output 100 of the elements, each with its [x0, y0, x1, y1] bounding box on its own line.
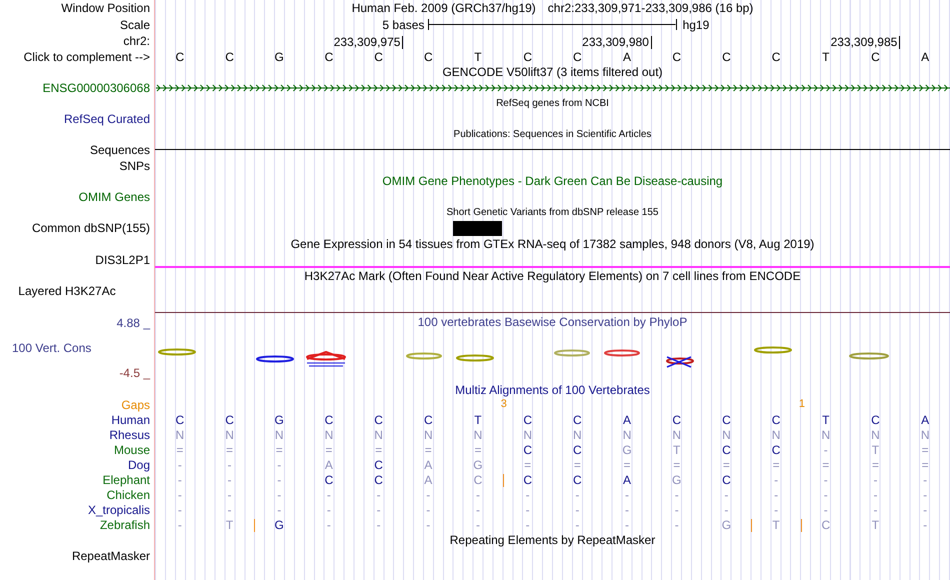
track-label[interactable]: Dog	[128, 458, 150, 472]
alignment-base: T	[474, 412, 482, 426]
track-label[interactable]: Layered H3K27Ac	[18, 284, 116, 298]
assembly-text: Human Feb. 2009 (GRCh37/hg19)	[352, 1, 536, 15]
alignment-base: N	[274, 428, 284, 442]
alignment-base: -	[923, 518, 928, 532]
alignment-base: -	[228, 472, 232, 486]
track-title[interactable]: Multiz Alignments of 100 Vertebrates	[455, 383, 650, 397]
alignment-base: -	[674, 518, 679, 532]
alignment-base: -	[476, 502, 480, 516]
alignment-base: -	[178, 518, 182, 532]
alignment-base: -	[228, 458, 232, 472]
alignment-base: T	[226, 518, 234, 532]
alignment-base: =	[872, 458, 879, 472]
alignment-base: =	[424, 442, 432, 456]
alignment-base: N	[176, 428, 184, 442]
base-letter: T	[821, 50, 830, 64]
track-label[interactable]: RefSeq Curated	[64, 112, 150, 126]
track-title[interactable]: Repeating Elements by RepeatMasker	[450, 533, 656, 547]
alignment-base: N	[871, 428, 880, 442]
alignment-base: -	[376, 502, 381, 516]
track-label[interactable]: Chicken	[106, 488, 150, 502]
alignment-base: =	[722, 458, 730, 472]
gap-count: 1	[798, 398, 805, 410]
alignment-base: C	[324, 472, 334, 486]
base-letter: C	[721, 50, 732, 64]
alignment-base: N	[821, 428, 830, 442]
track-label[interactable]: ENSG00000306068	[42, 80, 150, 94]
alignment-base: N	[920, 428, 930, 442]
track-label[interactable]: X_tropicalis	[88, 502, 150, 516]
alignment-base: -	[824, 442, 828, 456]
base-letter: A	[622, 50, 632, 64]
track-label[interactable]: chr2:	[123, 34, 150, 48]
track-title[interactable]: Gene Expression in 54 tissues from GTEx RNA-seq of 17382 samples, 948 donors (V8, Aug 2019)	[290, 237, 814, 251]
alignment-base: C	[374, 412, 383, 426]
track-title[interactable]: Publications: Sequences in Scientific Articles	[454, 128, 652, 140]
alignment-base: -	[674, 502, 679, 516]
track-label[interactable]: Elephant	[102, 472, 150, 486]
track-title[interactable]: RefSeq genes from NCBI	[496, 98, 609, 108]
axis-min-label: -4.5 _	[118, 366, 150, 380]
base-letter: C	[174, 50, 186, 64]
alignment-base: -	[277, 458, 282, 472]
alignment-base: N	[374, 428, 383, 442]
alignment-base: -	[178, 488, 182, 502]
track-label[interactable]: SNPs	[119, 158, 150, 172]
alignment-base: -	[873, 502, 878, 516]
track-label[interactable]: OMIM Genes	[78, 190, 150, 204]
track-title[interactable]: 100 vertebrates Basewise Conservation by PhyloP	[418, 315, 688, 329]
alignment-base: N	[622, 428, 632, 442]
track-label[interactable]: Window Position	[61, 1, 150, 15]
axis-max-label: 4.88 _	[116, 316, 150, 330]
track-label[interactable]: Common dbSNP(155)	[32, 221, 150, 235]
track-label[interactable]: Sequences	[90, 143, 150, 157]
track-label[interactable]: Zebrafish	[100, 518, 150, 532]
alignment-base: -	[774, 488, 778, 502]
alignment-base: -	[824, 502, 828, 516]
variant-block[interactable]	[453, 220, 502, 236]
alignment-base: -	[178, 458, 182, 472]
base-letter: C	[671, 50, 682, 64]
track-title[interactable]: Short Genetic Variants from dbSNP release 155	[446, 206, 658, 218]
track-area[interactable]	[155, 563, 950, 580]
base-letter: C	[870, 50, 881, 64]
alignment-base: C	[523, 412, 532, 426]
alignment-base: T	[872, 518, 880, 532]
base-letter: G	[274, 50, 285, 64]
alignment-base: N	[424, 428, 433, 442]
alignment-base: -	[326, 518, 331, 532]
alignment-base: -	[426, 488, 430, 502]
track-label[interactable]: Rhesus	[109, 428, 150, 442]
alignment-base: -	[277, 502, 282, 516]
track-title[interactable]: OMIM Gene Phenotypes - Dark Green Can Be Disease-causing	[382, 174, 723, 188]
alignment-base: C	[722, 472, 731, 486]
track-label[interactable]: Click to complement -->	[24, 50, 150, 64]
track-title[interactable]: H3K27Ac Mark (Often Found Near Active Regulatory Elements) on 7 cell lines from ENCODE	[304, 269, 801, 283]
alignment-base: C	[772, 412, 780, 426]
track-label[interactable]: Mouse	[114, 442, 150, 456]
track-label[interactable]: 100 Vert. Cons	[0, 341, 150, 355]
alignment-base: C	[672, 412, 682, 426]
alignment-base: C	[772, 442, 780, 456]
track-area[interactable]	[155, 284, 950, 313]
alignment-base: -	[277, 488, 282, 502]
alignment-base: G	[473, 458, 483, 472]
alignment-base: C	[324, 412, 334, 426]
track-label[interactable]: RepeatMasker	[72, 548, 150, 562]
alignment-base: C	[225, 412, 234, 426]
track-area[interactable]	[155, 252, 950, 268]
track-label[interactable]: Human	[111, 412, 150, 426]
track-label[interactable]: DIS3L2P1	[95, 253, 150, 267]
base-letter: C	[373, 50, 384, 64]
alignment-base: A	[424, 458, 432, 472]
alignment-base: -	[228, 502, 232, 516]
alignment-base: T	[772, 518, 780, 532]
alignment-base: -	[923, 488, 928, 502]
alignment-base: -	[326, 502, 331, 516]
coordinate-tick: 233,309,985	[830, 36, 900, 49]
alignment-base: -	[824, 472, 828, 486]
track-label[interactable]: Scale	[120, 18, 150, 32]
alignment-base: -	[526, 488, 530, 502]
track-title[interactable]: GENCODE V50lift37 (3 items filtered out)	[442, 65, 663, 79]
gap-count: 3	[500, 398, 507, 410]
